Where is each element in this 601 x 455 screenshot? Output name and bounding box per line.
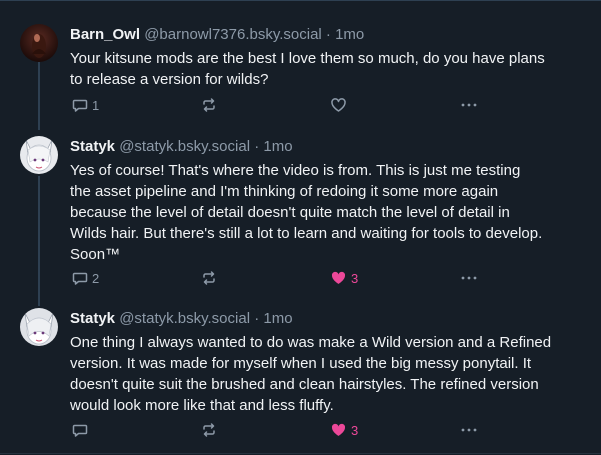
heart-filled-icon <box>331 423 346 436</box>
repost-button[interactable] <box>201 95 217 115</box>
text-line: Wilds hair. But there's still a lot to l… <box>70 225 543 242</box>
avatar[interactable] <box>20 308 58 346</box>
text-line: One thing I always wanted to do was make… <box>70 334 552 351</box>
more-icon <box>461 428 477 432</box>
separator: · <box>325 26 331 43</box>
post-text: Your kitsune mods are the best I love th… <box>70 48 590 90</box>
reply-button[interactable]: 1 <box>72 95 99 115</box>
post-actions: 3 <box>70 420 590 440</box>
display-name[interactable]: Statyk <box>70 138 115 155</box>
reply-icon <box>72 424 88 437</box>
reply-icon <box>72 272 88 285</box>
post-header: Statyk @statyk.bsky.social · 1mo <box>70 138 293 156</box>
text-line: Your kitsune mods are the best I love th… <box>70 50 545 67</box>
repost-icon <box>203 98 215 112</box>
reply-count: 2 <box>92 270 100 286</box>
handle[interactable]: @barnowl7376.bsky.social <box>144 26 322 43</box>
timestamp[interactable]: 1mo <box>263 310 292 327</box>
text-line: to release a version for wilds? <box>70 71 269 88</box>
reply-count: 1 <box>92 97 100 113</box>
repost-button[interactable] <box>201 268 217 288</box>
post-header: Statyk @statyk.bsky.social · 1mo <box>70 310 293 328</box>
like-button[interactable]: 3 <box>330 268 358 288</box>
post-actions: 1 <box>70 95 590 115</box>
post-barn-owl[interactable]: Barn_Owl @barnowl7376.bsky.social · 1mo … <box>0 0 601 120</box>
like-button[interactable]: 3 <box>330 420 358 440</box>
repost-icon <box>203 271 215 285</box>
timestamp[interactable]: 1mo <box>263 138 292 155</box>
post-divider <box>0 453 601 454</box>
post-header: Barn_Owl @barnowl7376.bsky.social · 1mo <box>70 26 364 44</box>
more-icon <box>461 276 477 280</box>
heart-filled-icon <box>331 271 346 284</box>
text-line: would look more like that and less fluff… <box>70 397 334 414</box>
like-count: 3 <box>351 270 359 286</box>
reply-button[interactable] <box>72 420 88 440</box>
repost-button[interactable] <box>201 420 217 440</box>
more-icon <box>461 103 477 107</box>
post-text: Yes of course! That's where the video is… <box>70 160 590 265</box>
timestamp[interactable]: 1mo <box>335 26 364 43</box>
post-text: One thing I always wanted to do was make… <box>70 332 590 416</box>
avatar[interactable] <box>20 136 58 174</box>
text-line: Yes of course! That's where the video is… <box>70 162 521 179</box>
avatar[interactable] <box>20 24 58 62</box>
handle[interactable]: @statyk.bsky.social <box>119 138 250 155</box>
reply-icon <box>72 99 88 112</box>
post-statyk-reply-2[interactable]: Statyk @statyk.bsky.social · 1mo One thi… <box>0 292 601 455</box>
text-line: because the level of detail doesn't quit… <box>70 204 510 221</box>
like-button[interactable] <box>330 95 347 115</box>
text-line: doesn't quite suit the brushed and clean… <box>70 376 539 393</box>
display-name[interactable]: Barn_Owl <box>70 26 140 43</box>
separator: · <box>254 138 260 155</box>
post-statyk-reply-1[interactable]: Statyk @statyk.bsky.social · 1mo Yes of … <box>0 120 601 292</box>
more-options-button[interactable] <box>460 95 478 115</box>
like-count: 3 <box>351 422 359 438</box>
repost-icon <box>203 423 215 437</box>
more-options-button[interactable] <box>460 268 478 288</box>
text-line: Soon™ <box>70 246 121 263</box>
text-line: version. It was made for myself when I u… <box>70 355 532 372</box>
display-name[interactable]: Statyk <box>70 310 115 327</box>
post-actions: 2 3 <box>70 268 590 288</box>
handle[interactable]: @statyk.bsky.social <box>119 310 250 327</box>
separator: · <box>254 310 260 327</box>
like-icon <box>331 98 346 112</box>
reply-button[interactable]: 2 <box>72 268 99 288</box>
text-line: the asset pipeline and I'm thinking of r… <box>70 183 499 200</box>
more-options-button[interactable] <box>460 420 478 440</box>
